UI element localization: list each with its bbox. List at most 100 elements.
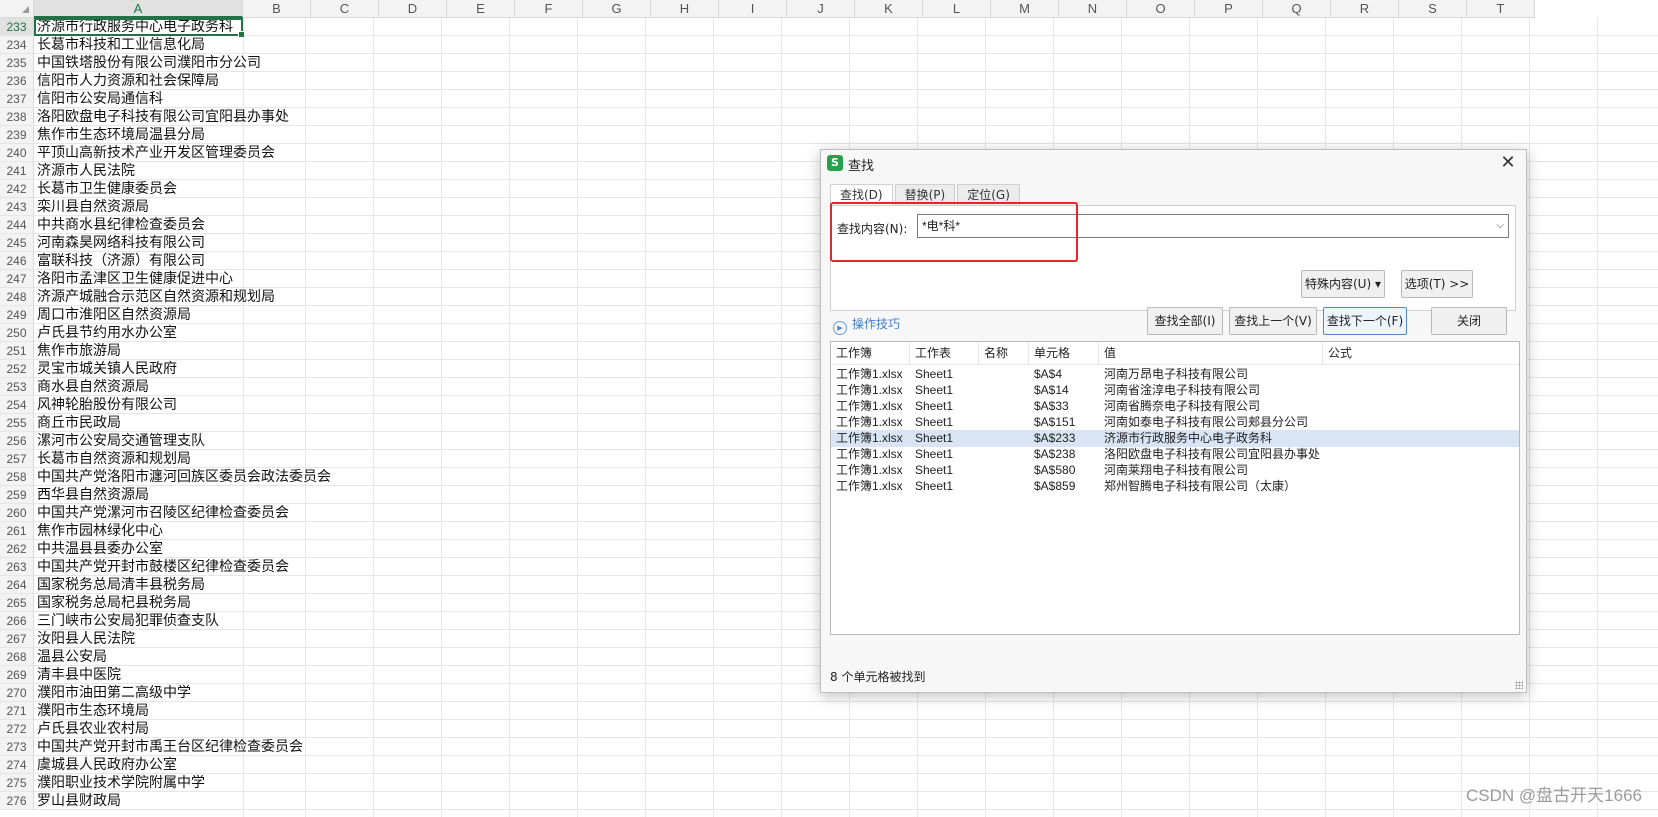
cell-a[interactable]: 漯河市公安局交通管理支队 <box>34 432 331 450</box>
row-header[interactable]: 238 <box>0 108 34 126</box>
cell-a[interactable]: 中共温县县委办公室 <box>34 540 331 558</box>
row-header[interactable]: 276 <box>0 792 34 810</box>
cell-a[interactable]: 栾川县自然资源局 <box>34 198 331 216</box>
cell-a[interactable]: 焦作市园林绿化中心 <box>34 522 331 540</box>
cell-a[interactable]: 信阳市人力资源和社会保障局 <box>34 72 331 90</box>
cell-a[interactable]: 洛阳市孟津区卫生健康促进中心 <box>34 270 331 288</box>
cell-a[interactable]: 洛阳欧盘电子科技有限公司宜阳县办事处 <box>34 108 331 126</box>
row-header[interactable]: 233 <box>0 18 34 36</box>
cell-a[interactable]: 焦作市旅游局 <box>34 342 331 360</box>
column-header-c[interactable]: C <box>311 0 379 18</box>
column-header-o[interactable]: O <box>1127 0 1195 18</box>
column-header-m[interactable]: M <box>991 0 1059 18</box>
row-header[interactable]: 263 <box>0 558 34 576</box>
column-header-k[interactable]: K <box>855 0 923 18</box>
header-workbook[interactable]: 工作簿 <box>831 342 910 364</box>
cell-a[interactable]: 濮阳市油田第二高级中学 <box>34 684 331 702</box>
operation-tips-link[interactable]: ▶ 操作技巧 <box>833 315 900 335</box>
row-header[interactable]: 237 <box>0 90 34 108</box>
cell-a[interactable]: 焦作市生态环境局温县分局 <box>34 126 331 144</box>
cell-a[interactable]: 濮阳职业技术学院附属中学 <box>34 774 331 792</box>
row-header[interactable]: 255 <box>0 414 34 432</box>
result-row[interactable]: 工作簿1.xlsx Sheet1 $A$238 洛阳欧盘电子科技有限公司宜阳县办事处 <box>831 446 1519 463</box>
row-header[interactable]: 271 <box>0 702 34 720</box>
row-header[interactable]: 261 <box>0 522 34 540</box>
row-header[interactable]: 243 <box>0 198 34 216</box>
result-row[interactable]: 工作簿1.xlsx Sheet1 $A$580 河南莱翔电子科技有限公司 <box>831 462 1519 479</box>
result-row[interactable]: 工作簿1.xlsx Sheet1 $A$4 河南万昂电子科技有限公司 <box>831 366 1519 383</box>
column-header-s[interactable]: S <box>1399 0 1467 18</box>
row-header[interactable]: 273 <box>0 738 34 756</box>
cell-a[interactable]: 长葛市自然资源和规划局 <box>34 450 331 468</box>
find-next-button[interactable]: 查找下一个(F) <box>1323 307 1407 335</box>
cell-a[interactable]: 平顶山高新技术产业开发区管理委员会 <box>34 144 331 162</box>
cell-a[interactable]: 灵宝市城关镇人民政府 <box>34 360 331 378</box>
cell-a[interactable]: 商水县自然资源局 <box>34 378 331 396</box>
cell-a[interactable]: 温县公安局 <box>34 648 331 666</box>
find-input[interactable]: *电*科* ⌵ <box>917 214 1509 238</box>
row-header[interactable]: 266 <box>0 612 34 630</box>
cell-a[interactable]: 风神轮胎股份有限公司 <box>34 396 331 414</box>
cell-a[interactable]: 汝阳县人民法院 <box>34 630 331 648</box>
cell-a[interactable]: 卢氏县节约用水办公室 <box>34 324 331 342</box>
result-row[interactable]: 工作簿1.xlsx Sheet1 $A$151 河南如泰电子科技有限公司郏县分公司 <box>831 414 1519 431</box>
cell-a[interactable]: 中国铁塔股份有限公司濮阳市分公司 <box>34 54 331 72</box>
row-header[interactable]: 240 <box>0 144 34 162</box>
options-button[interactable]: 选项(T) >> <box>1401 270 1473 298</box>
cell-a[interactable]: 河南森昊网络科技有限公司 <box>34 234 331 252</box>
row-header[interactable]: 251 <box>0 342 34 360</box>
column-header-t[interactable]: T <box>1467 0 1535 18</box>
column-header-a[interactable]: A <box>34 0 243 18</box>
results-list[interactable]: 工作簿 工作表 名称 单元格 值 公式 工作簿1.xlsx Sheet1 $A$4 河… <box>830 341 1520 635</box>
row-header[interactable]: 272 <box>0 720 34 738</box>
cell-a[interactable]: 卢氏县农业农村局 <box>34 720 331 738</box>
special-content-button[interactable]: 特殊内容(U) ▾ <box>1301 270 1385 298</box>
row-header[interactable]: 247 <box>0 270 34 288</box>
row-header[interactable]: 274 <box>0 756 34 774</box>
cell-a[interactable]: 国家税务总局清丰县税务局 <box>34 576 331 594</box>
result-row[interactable]: 工作簿1.xlsx Sheet1 $A$859 郑州智腾电子科技有限公司（太康） <box>831 478 1519 495</box>
cell-a[interactable]: 中国共产党开封市禹王台区纪律检查委员会 <box>34 738 331 756</box>
find-prev-button[interactable]: 查找上一个(V) <box>1229 307 1317 335</box>
resize-grip-icon[interactable] <box>1515 681 1523 689</box>
row-header[interactable]: 249 <box>0 306 34 324</box>
row-header[interactable]: 268 <box>0 648 34 666</box>
row-header[interactable]: 260 <box>0 504 34 522</box>
column-header-h[interactable]: H <box>651 0 719 18</box>
active-cell-a233[interactable] <box>34 18 245 38</box>
tab-goto[interactable]: 定位(G) <box>957 184 1020 206</box>
header-value[interactable]: 值 <box>1099 342 1323 364</box>
result-row[interactable]: 工作簿1.xlsx Sheet1 $A$33 河南省腾奈电子科技有限公司 <box>831 398 1519 415</box>
row-header[interactable]: 265 <box>0 594 34 612</box>
row-header[interactable]: 245 <box>0 234 34 252</box>
tab-replace[interactable]: 替换(P) <box>894 184 956 206</box>
cell-a[interactable]: 三门峡市公安局犯罪侦查支队 <box>34 612 331 630</box>
cell-a[interactable]: 商丘市民政局 <box>34 414 331 432</box>
column-header-p[interactable]: P <box>1195 0 1263 18</box>
row-header[interactable]: 257 <box>0 450 34 468</box>
row-header[interactable]: 246 <box>0 252 34 270</box>
cell-a[interactable]: 济源产城融合示范区自然资源和规划局 <box>34 288 331 306</box>
cell-a[interactable]: 长葛市科技和工业信息化局 <box>34 36 331 54</box>
cell-a[interactable]: 虞城县人民政府办公室 <box>34 756 331 774</box>
column-header-r[interactable]: R <box>1331 0 1399 18</box>
row-header[interactable]: 239 <box>0 126 34 144</box>
cell-a[interactable]: 国家税务总局杞县税务局 <box>34 594 331 612</box>
row-header[interactable]: 275 <box>0 774 34 792</box>
find-all-button[interactable]: 查找全部(I) <box>1147 307 1223 335</box>
column-header-d[interactable]: D <box>379 0 447 18</box>
column-header-f[interactable]: F <box>515 0 583 18</box>
column-header-e[interactable]: E <box>447 0 515 18</box>
cell-a[interactable]: 长葛市卫生健康委员会 <box>34 180 331 198</box>
row-header[interactable]: 264 <box>0 576 34 594</box>
row-header[interactable]: 254 <box>0 396 34 414</box>
cell-a[interactable]: 濮阳市生态环境局 <box>34 702 331 720</box>
header-name[interactable]: 名称 <box>979 342 1029 364</box>
header-cell[interactable]: 单元格 <box>1029 342 1099 364</box>
cell-a[interactable]: 富联科技（济源）有限公司 <box>34 252 331 270</box>
row-header[interactable]: 256 <box>0 432 34 450</box>
row-header[interactable]: 270 <box>0 684 34 702</box>
column-header-n[interactable]: N <box>1059 0 1127 18</box>
result-row[interactable]: 工作簿1.xlsx Sheet1 $A$233 济源市行政服务中心电子政务科 <box>831 430 1519 447</box>
cell-a[interactable]: 中国共产党洛阳市瀍河回族区委员会政法委员会 <box>34 468 331 486</box>
